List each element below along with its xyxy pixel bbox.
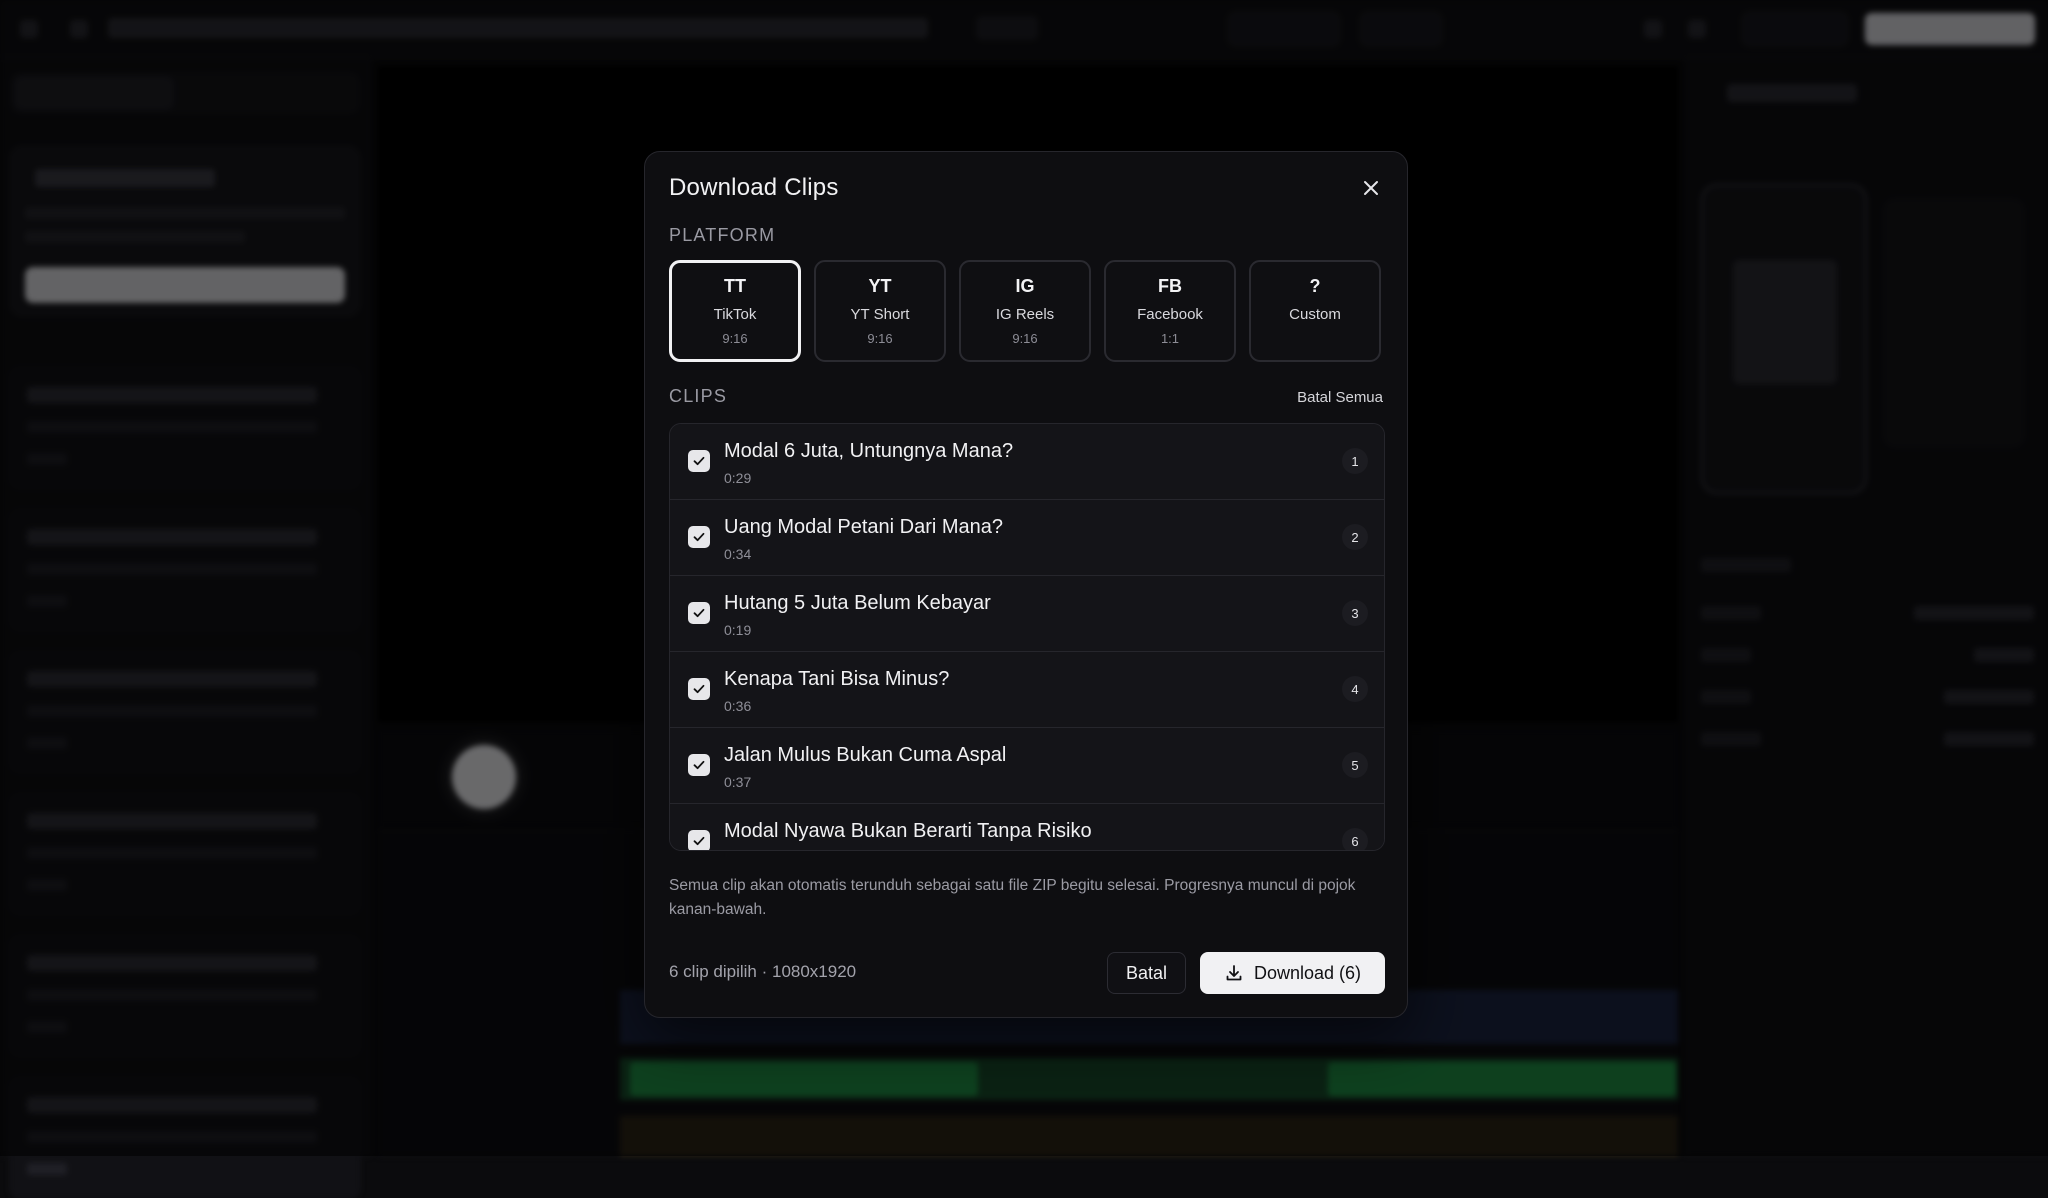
clip-number-badge: 4 (1342, 676, 1368, 702)
check-icon (692, 682, 706, 696)
clip-row[interactable]: Uang Modal Petani Dari Mana? 0:34 2 (670, 500, 1384, 576)
clip-row[interactable]: Modal 6 Juta, Untungnya Mana? 0:29 1 (670, 424, 1384, 500)
clip-title: Modal Nyawa Bukan Berarti Tanpa Risiko (724, 820, 1092, 843)
clip-title: Hutang 5 Juta Belum Kebayar (724, 592, 991, 615)
clip-title: Kenapa Tani Bisa Minus? (724, 668, 949, 691)
platform-section-label: PLATFORM (669, 225, 775, 246)
clip-row[interactable]: Modal Nyawa Bukan Berarti Tanpa Risiko 6 (670, 804, 1384, 851)
download-icon (1224, 963, 1244, 983)
download-clips-dialog: Download Clips PLATFORM TT TikTok 9:16 Y… (644, 151, 1408, 1018)
check-icon (692, 834, 706, 848)
platform-options: TT TikTok 9:16 YT YT Short 9:16 IG IG Re… (669, 260, 1385, 364)
clip-duration: 0:19 (724, 622, 751, 638)
zip-download-note: Semua clip akan otomatis terunduh sebaga… (669, 874, 1385, 922)
clip-list[interactable]: Modal 6 Juta, Untungnya Mana? 0:29 1 Uan… (669, 423, 1385, 851)
check-icon (692, 530, 706, 544)
platform-ratio: 9:16 (867, 331, 892, 346)
clip-row[interactable]: Kenapa Tani Bisa Minus? 0:36 4 (670, 652, 1384, 728)
platform-option-yt-short[interactable]: YT YT Short 9:16 (814, 260, 946, 362)
clip-row[interactable]: Hutang 5 Juta Belum Kebayar 0:19 3 (670, 576, 1384, 652)
platform-option-tiktok[interactable]: TT TikTok 9:16 (669, 260, 801, 362)
check-icon (692, 454, 706, 468)
clip-number-badge: 2 (1342, 524, 1368, 550)
platform-code: TT (724, 276, 746, 300)
download-button-label: Download (6) (1254, 963, 1361, 984)
clip-checkbox[interactable] (688, 450, 710, 472)
clip-checkbox[interactable] (688, 830, 710, 851)
platform-ratio: 1:1 (1161, 331, 1179, 346)
deselect-all-button[interactable]: Batal Semua (1297, 389, 1383, 406)
platform-ratio: 9:16 (1012, 331, 1037, 346)
download-button[interactable]: Download (6) (1200, 952, 1385, 994)
clip-number-badge: 6 (1342, 828, 1368, 851)
check-icon (692, 606, 706, 620)
clip-duration: 0:37 (724, 774, 751, 790)
platform-ratio: 9:16 (722, 331, 747, 346)
platform-name: TikTok (714, 306, 757, 323)
check-icon (692, 758, 706, 772)
selection-summary: 6 clip dipilih · 1080x1920 (669, 962, 856, 982)
clip-duration: 0:36 (724, 698, 751, 714)
close-button[interactable] (1355, 172, 1387, 204)
clip-checkbox[interactable] (688, 602, 710, 624)
platform-option-ig-reels[interactable]: IG IG Reels 9:16 (959, 260, 1091, 362)
clip-checkbox[interactable] (688, 526, 710, 548)
platform-name: IG Reels (996, 306, 1054, 323)
platform-code: ? (1310, 276, 1321, 300)
platform-code: YT (868, 276, 891, 300)
platform-option-custom[interactable]: ? Custom (1249, 260, 1381, 362)
platform-name: Facebook (1137, 306, 1203, 323)
clip-duration: 0:29 (724, 470, 751, 486)
cancel-button[interactable]: Batal (1107, 952, 1186, 994)
clips-section-label: CLIPS (669, 386, 727, 407)
clip-row[interactable]: Jalan Mulus Bukan Cuma Aspal 0:37 5 (670, 728, 1384, 804)
clip-number-badge: 1 (1342, 448, 1368, 474)
clip-title: Jalan Mulus Bukan Cuma Aspal (724, 744, 1006, 767)
clip-title: Uang Modal Petani Dari Mana? (724, 516, 1003, 539)
clip-number-badge: 3 (1342, 600, 1368, 626)
clip-number-badge: 5 (1342, 752, 1368, 778)
platform-code: IG (1015, 276, 1034, 300)
clip-checkbox[interactable] (688, 754, 710, 776)
platform-name: Custom (1289, 306, 1341, 323)
platform-code: FB (1158, 276, 1182, 300)
close-icon (1362, 179, 1380, 197)
dialog-title: Download Clips (669, 174, 839, 202)
clip-title: Modal 6 Juta, Untungnya Mana? (724, 440, 1013, 463)
clip-checkbox[interactable] (688, 678, 710, 700)
platform-option-facebook[interactable]: FB Facebook 1:1 (1104, 260, 1236, 362)
clip-duration: 0:34 (724, 546, 751, 562)
platform-name: YT Short (851, 306, 910, 323)
